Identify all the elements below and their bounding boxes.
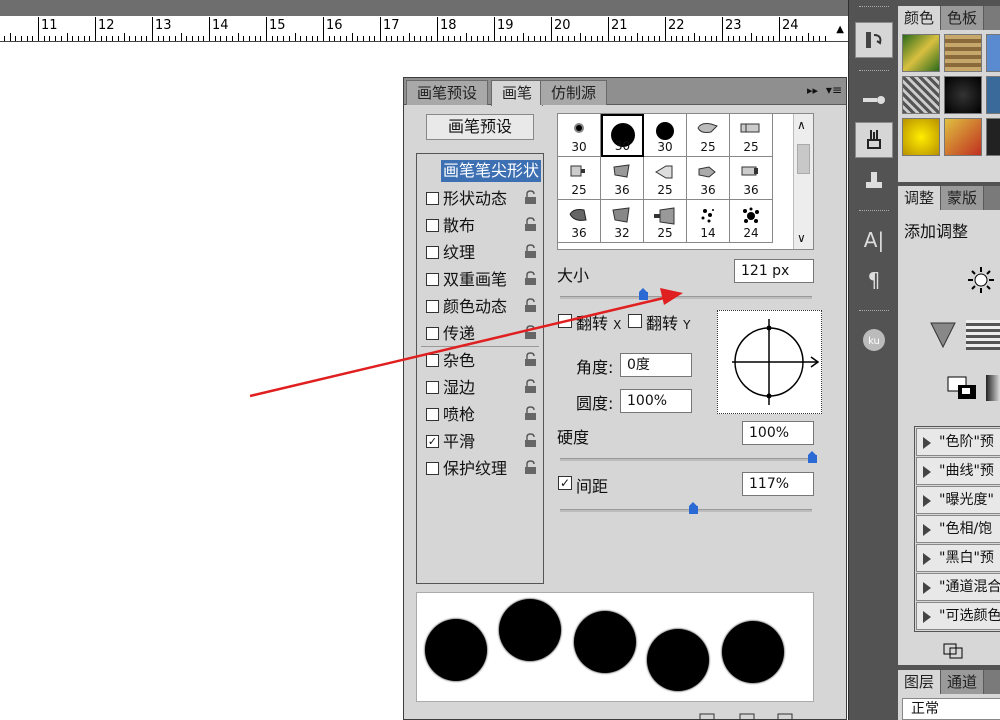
annotation-arrow	[249, 288, 683, 398]
